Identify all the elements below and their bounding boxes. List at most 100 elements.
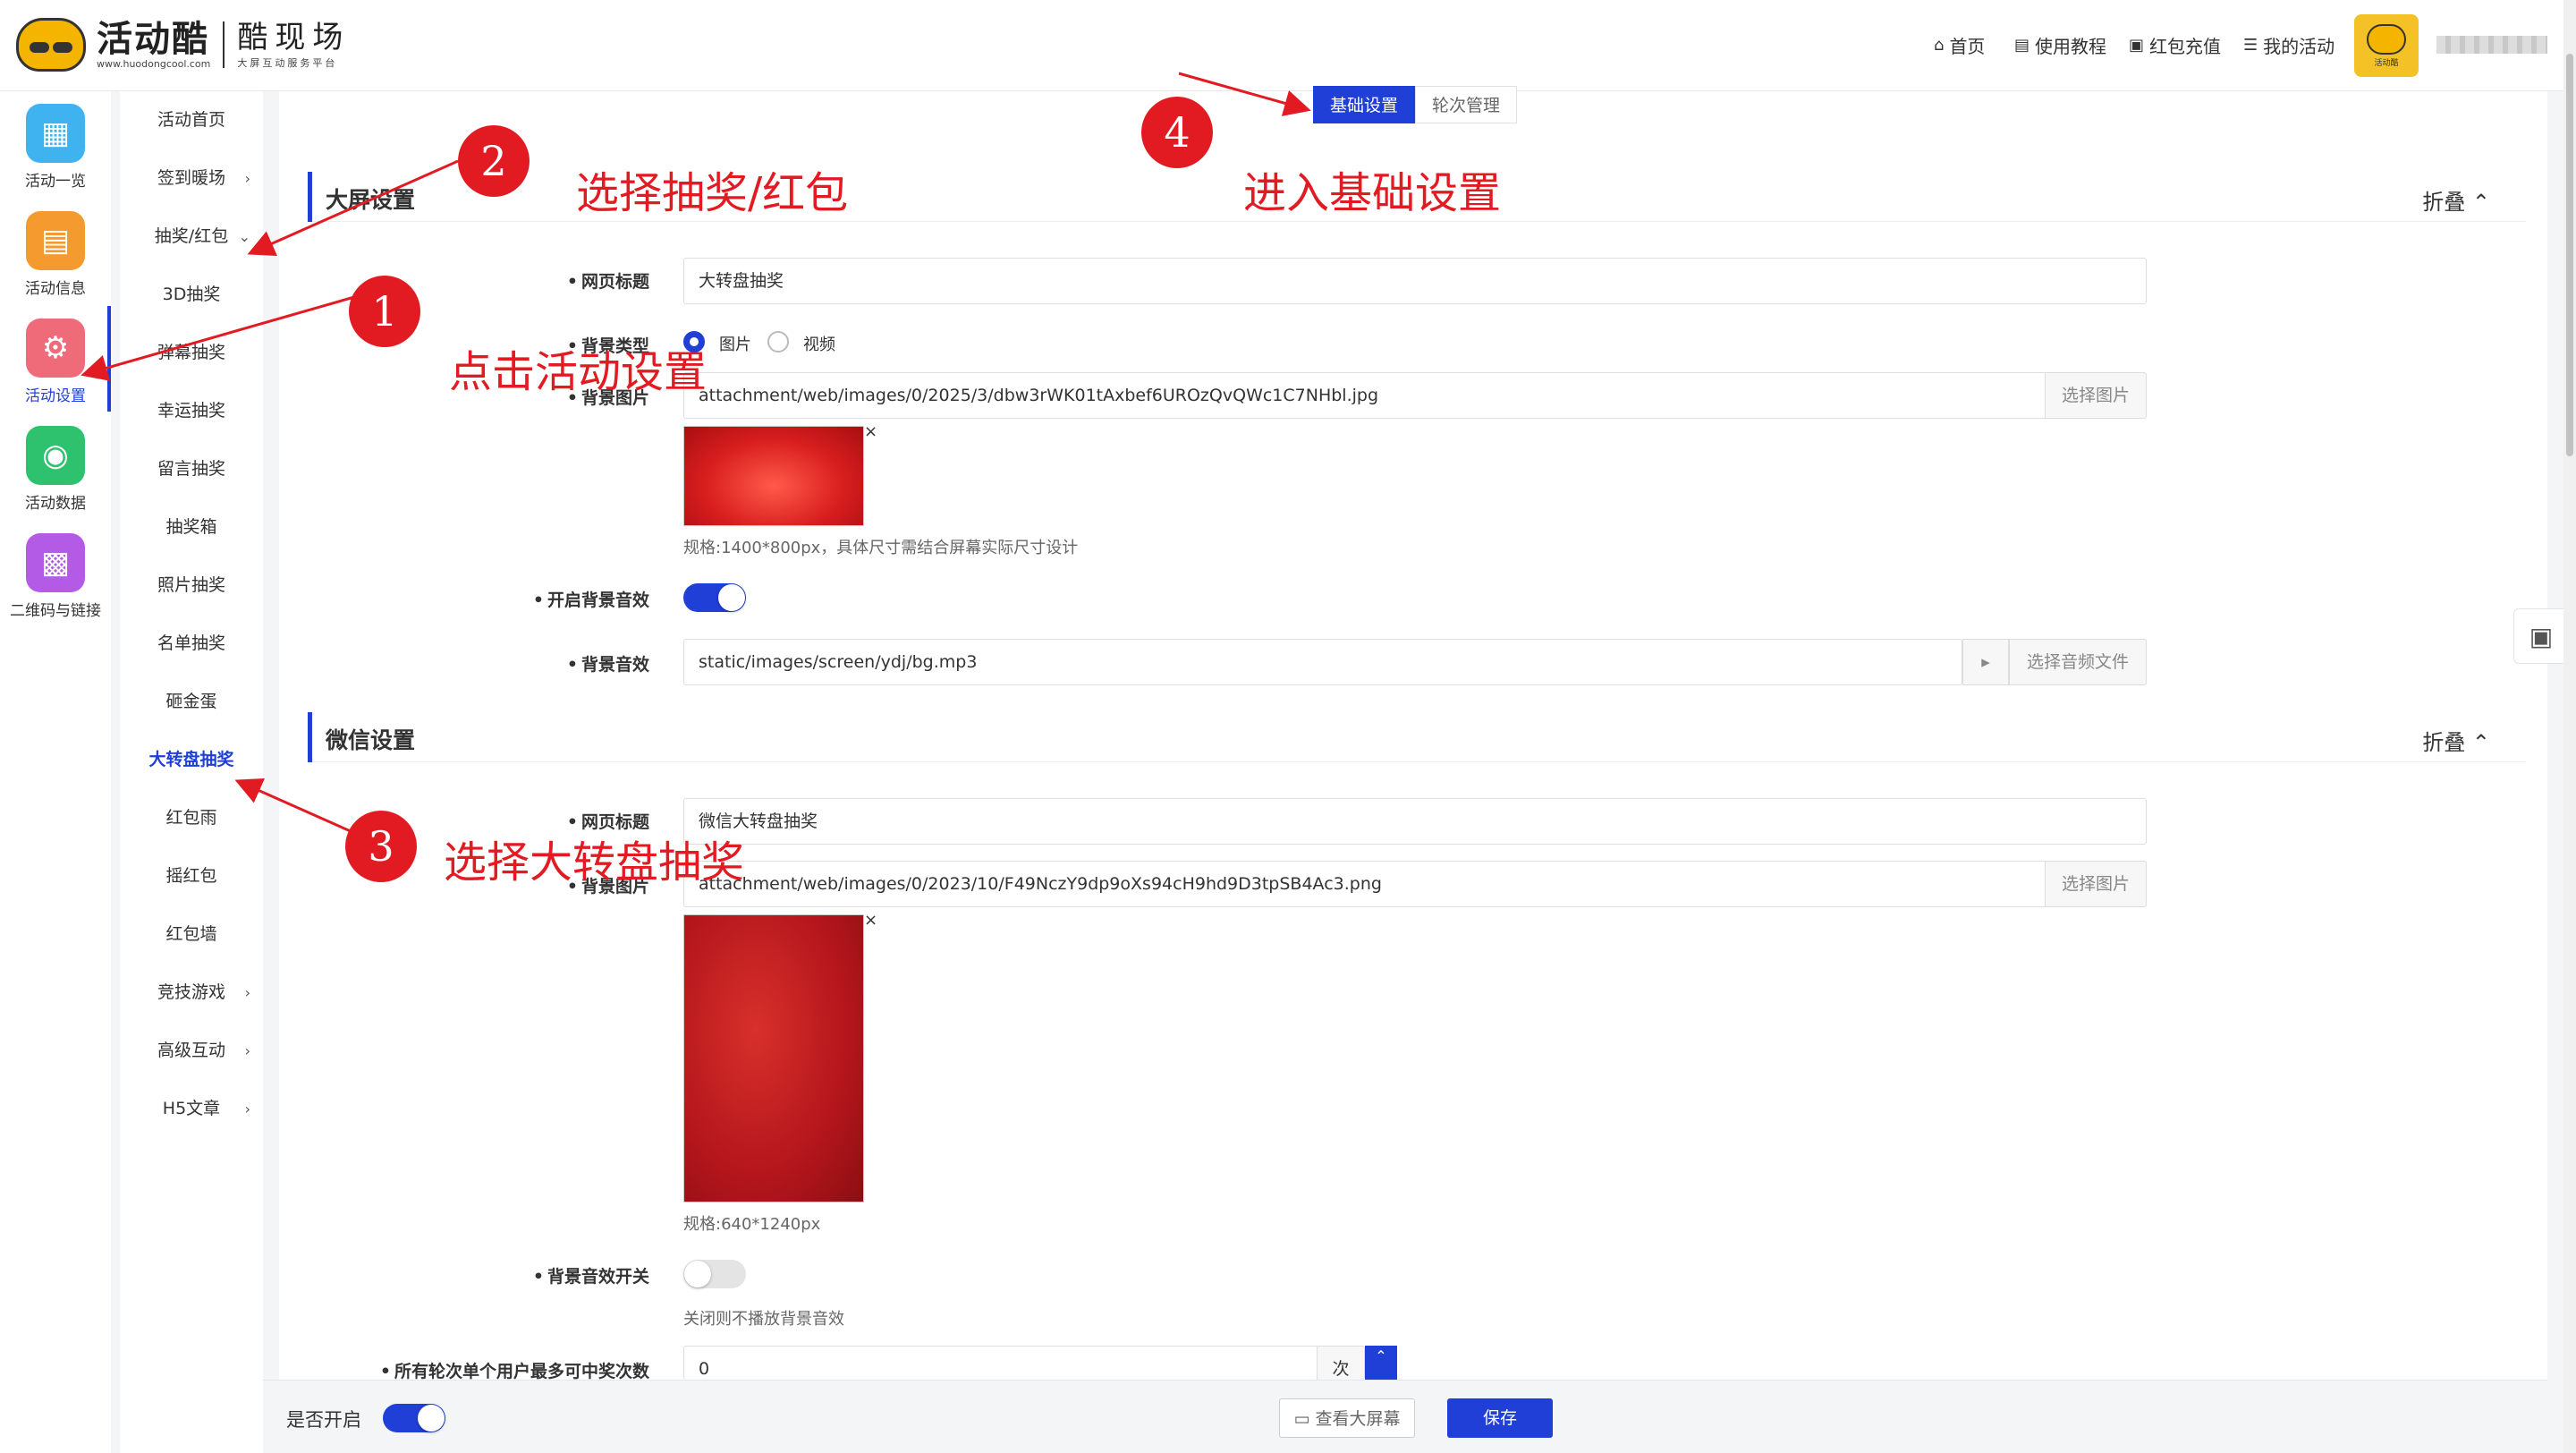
section-header-wechat: 微信设置 折叠 ⌃ [308, 712, 2526, 762]
submenu-label: 红包墙 [165, 924, 217, 944]
logo-tagline: 大屏互动服务平台 [237, 57, 338, 69]
qr-tool-icon[interactable]: ▣ [2513, 608, 2569, 664]
wallet-icon: ▣ [2129, 36, 2145, 55]
annotation-step-1: 1 [349, 276, 420, 347]
document-icon: ▤ [26, 211, 85, 270]
rail-item-settings[interactable]: ⚙ 活动设置 [0, 306, 111, 412]
wechat-bg-image-input[interactable]: attachment/web/images/0/2023/10/F49NczY9… [683, 861, 2046, 907]
submenu-item[interactable]: 抽奖箱 [120, 498, 263, 557]
rail-label: 二维码与链接 [10, 602, 101, 620]
field-hint: 规格:1400*800px，具体尺寸需结合屏幕实际尺寸设计 [683, 539, 1079, 557]
icon-rail: ▦ 活动一览 ▤ 活动信息 ⚙ 活动设置 ◉ 活动数据 ▩ 二维码与链接 [0, 91, 111, 1453]
field-label: • 背景音效开关 [532, 1267, 649, 1287]
view-screen-button[interactable]: ▭ 查看大屏幕 [1279, 1398, 1415, 1438]
submenu-label: 抽奖/红包 [154, 226, 229, 246]
field-label: • 所有轮次单个用户最多可中奖次数 [379, 1362, 649, 1381]
submenu-item[interactable]: H5文章 › [120, 1080, 263, 1138]
submenu-item[interactable]: 摇红包 [120, 847, 263, 905]
logo-domain: www.huodongcool.com [97, 57, 211, 70]
max-win-input[interactable]: 0 [683, 1346, 1318, 1380]
topnav-recharge[interactable]: ▣ 红包充值 [2129, 32, 2221, 58]
submenu-label: 签到暖场 [157, 168, 225, 188]
logo-name: 酷现场 [237, 20, 351, 55]
submenu-label: 竞技游戏 [157, 982, 225, 1002]
max-win-unit: 次 [1317, 1346, 1365, 1380]
submenu-label: 名单抽奖 [157, 633, 225, 653]
list-icon: ☰ [2243, 36, 2258, 55]
username-blurred[interactable] [2436, 36, 2547, 54]
stepper-up-icon[interactable]: ⌃ [1365, 1346, 1397, 1380]
submenu-item-active[interactable]: 大转盘抽奖 [120, 731, 263, 789]
avatar[interactable]: 活动酷 [2354, 14, 2419, 77]
enabled-toggle[interactable] [383, 1404, 445, 1432]
annotation-step-2: 2 [458, 125, 530, 197]
monitor-icon: ▭ [1293, 1409, 1316, 1429]
submenu-item[interactable]: 红包雨 [120, 789, 263, 847]
section-accent-bar [308, 172, 312, 222]
submenu-label: 幸运抽奖 [157, 401, 225, 421]
rail-item-qrcode[interactable]: ▩ 二维码与链接 [0, 521, 111, 626]
field-hint: 关闭则不播放背景音效 [683, 1310, 844, 1329]
radio-bg-video[interactable] [767, 331, 789, 353]
choose-image-button[interactable]: 选择图片 [2045, 372, 2147, 419]
rail-item-data[interactable]: ◉ 活动数据 [0, 413, 111, 519]
tab-round-management[interactable]: 轮次管理 [1415, 86, 1518, 123]
fold-toggle[interactable]: 折叠 ⌃ [2422, 725, 2490, 756]
screen-bg-image-input[interactable]: attachment/web/images/0/2025/3/dbw3rWK01… [683, 372, 2046, 419]
chevron-right-icon: › [244, 984, 250, 1001]
play-icon[interactable]: ▸ [1962, 639, 2009, 685]
wechat-bg-music-toggle[interactable] [683, 1260, 746, 1288]
scrollbar-thumb[interactable] [2566, 54, 2573, 456]
screen-page-title-input[interactable]: 大转盘抽奖 [683, 258, 2147, 304]
topnav-my-activities[interactable]: ☰ 我的活动 [2243, 32, 2334, 58]
bg-music-toggle[interactable] [683, 583, 746, 612]
submenu-item[interactable]: 砸金蛋 [120, 673, 263, 731]
chevron-right-icon: › [244, 170, 250, 187]
field-label: • 网页标题 [566, 272, 649, 292]
section-title: 微信设置 [326, 727, 416, 753]
submenu-item[interactable]: 红包墙 [120, 905, 263, 964]
submenu-item[interactable]: 留言抽奖 [120, 440, 263, 498]
remove-image-icon[interactable]: × [864, 911, 877, 930]
rail-item-info[interactable]: ▤ 活动信息 [0, 199, 111, 304]
tab-basic-settings[interactable]: 基础设置 [1313, 86, 1416, 123]
submenu-item[interactable]: 弹幕抽奖 [120, 324, 263, 382]
rail-label: 活动设置 [25, 387, 86, 405]
wechat-page-title-input[interactable]: 微信大转盘抽奖 [683, 798, 2147, 845]
submenu-label: 照片抽奖 [157, 575, 225, 595]
remove-image-icon[interactable]: × [864, 422, 877, 441]
chevron-down-icon: ⌄ [238, 228, 250, 245]
choose-image-button[interactable]: 选择图片 [2045, 861, 2147, 907]
fold-toggle[interactable]: 折叠 ⌃ [2422, 184, 2490, 216]
wechat-bg-thumbnail [683, 914, 864, 1202]
submenu-item[interactable]: 抽奖/红包 ⌄ [120, 208, 263, 266]
submenu-item[interactable]: 竞技游戏 › [120, 964, 263, 1022]
book-icon: ▤ [2014, 36, 2030, 55]
submenu-label: 抽奖箱 [165, 517, 217, 537]
submenu-item[interactable]: 签到暖场 › [120, 149, 263, 208]
submenu-label: 砸金蛋 [165, 692, 217, 711]
submenu-item[interactable]: 3D抽奖 [120, 266, 263, 324]
page-scrollbar[interactable] [2563, 0, 2576, 1453]
submenu-item[interactable]: 活动首页 [120, 91, 263, 149]
database-icon: ◉ [26, 426, 85, 485]
topnav-tutorial[interactable]: ▤ 使用教程 [2014, 32, 2106, 58]
submenu-item[interactable]: 幸运抽奖 [120, 382, 263, 440]
rail-item-overview[interactable]: ▦ 活动一览 [0, 91, 111, 197]
choose-audio-button[interactable]: 选择音频文件 [2009, 639, 2147, 685]
bg-music-input[interactable]: static/images/screen/ydj/bg.mp3 [683, 639, 1962, 685]
submenu-label: 摇红包 [165, 866, 217, 886]
annotation-text-2: 选择抽奖/红包 [576, 168, 849, 218]
submenu-item[interactable]: 高级互动 › [120, 1022, 263, 1080]
logo[interactable]: 活动酷 www.huodongcool.com 酷现场 大屏互动服务平台 [16, 18, 350, 72]
home-icon: ⌂ [1934, 36, 1945, 55]
submenu-label: 红包雨 [165, 808, 217, 828]
topnav-home[interactable]: ⌂ 首页 [1934, 32, 1985, 58]
submenu-item[interactable]: 照片抽奖 [120, 557, 263, 615]
radio-label: 图片 [719, 336, 751, 354]
field-label: • 背景音效 [566, 655, 649, 675]
topnav-label: 红包充值 [2149, 36, 2222, 57]
save-button[interactable]: 保存 [1447, 1398, 1553, 1438]
submenu-item[interactable]: 名单抽奖 [120, 615, 263, 673]
gear-icon: ⚙ [26, 319, 85, 378]
